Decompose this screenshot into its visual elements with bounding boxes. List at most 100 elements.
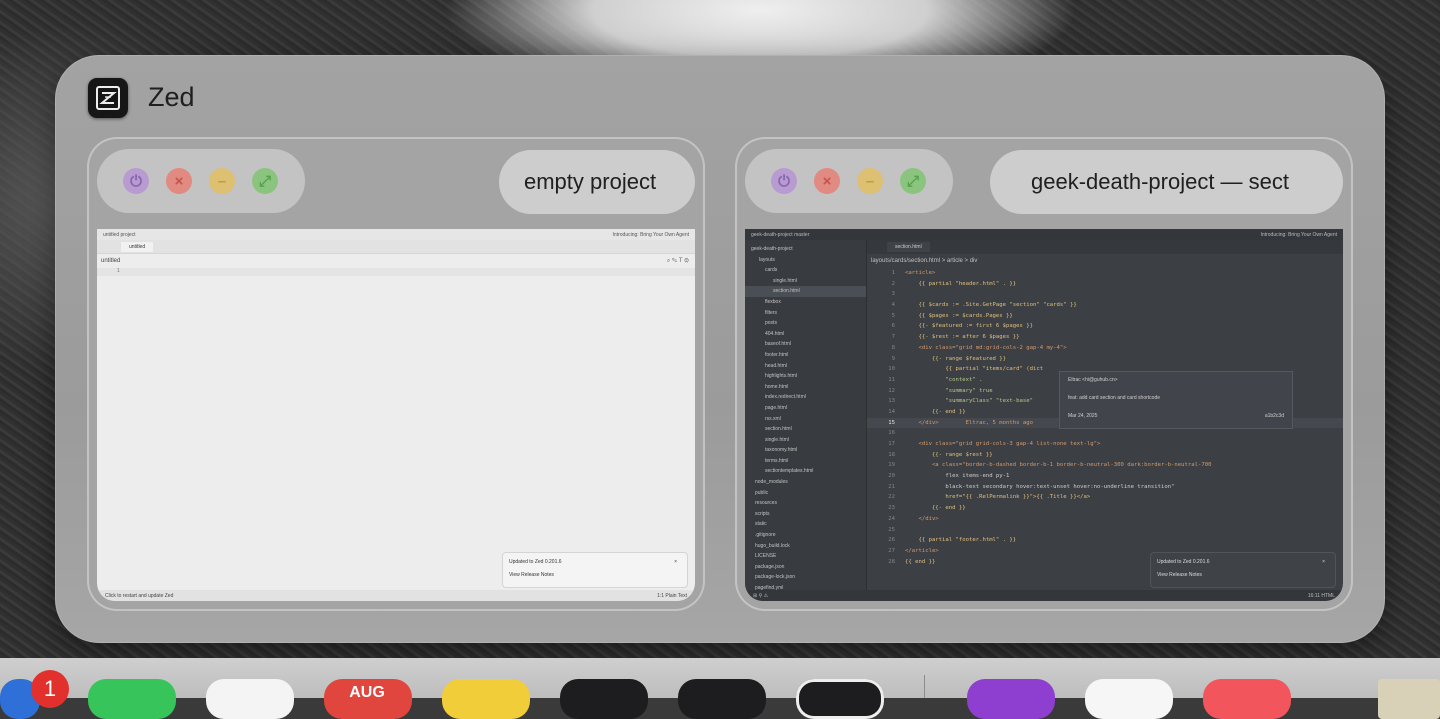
code-text: "summaryClass" "text-base" <box>905 398 1033 405</box>
safari-dock-icon[interactable] <box>206 679 294 719</box>
fullscreen-icon[interactable]: ⤢ <box>900 168 926 194</box>
dock-separator <box>924 675 925 698</box>
window-title[interactable]: geek-death-project — sect <box>990 150 1343 214</box>
code-text: flex items-end py-1 <box>905 473 1010 480</box>
line-number: 15 <box>888 419 895 426</box>
editor-toolbar-icons[interactable]: ⌕ ✎ T ⚙ <box>667 258 689 265</box>
line-number: 20 <box>888 473 895 480</box>
line-number: 14 <box>888 408 895 415</box>
file-tree-item[interactable]: posts <box>745 318 866 329</box>
power-icon[interactable]: ⏻ <box>771 168 797 194</box>
code-text: </div> <box>905 515 939 522</box>
update-toast[interactable]: Updated to Zed 0.201.6 View Release Note… <box>503 553 687 587</box>
notes-dock-icon[interactable] <box>442 679 530 719</box>
project-sidebar: geek-death-project layouts cards single.htm… <box>745 240 867 601</box>
file-tree-item[interactable]: head.html <box>745 361 866 372</box>
update-toast[interactable]: Updated to Zed 0.201.6 View Release Note… <box>1151 553 1335 587</box>
window-title[interactable]: empty project <box>499 150 695 214</box>
tab-bar: untitled <box>97 240 695 254</box>
file-tree-item[interactable]: single.html <box>745 276 866 287</box>
app-window-switcher: Zed ⏻ × – ⤢ empty project untitled proje… <box>55 55 1385 643</box>
code-text: {{- range $featured }} <box>905 355 1007 362</box>
file-tree-item[interactable]: section.html <box>745 424 866 435</box>
app-dock-icon[interactable] <box>967 679 1055 719</box>
file-tree-item[interactable]: page.html <box>745 403 866 414</box>
close-icon[interactable]: × <box>166 168 192 194</box>
file-tree-item[interactable]: static <box>745 519 866 530</box>
file-tree-item[interactable]: section.html <box>745 286 866 297</box>
file-tree-item[interactable]: flexbox <box>745 297 866 308</box>
code-text: {{ partial "header.html" . }} <box>905 280 1017 287</box>
file-tree-item[interactable]: scripts <box>745 509 866 520</box>
code-text: href="{{ .RelPermalink }}">{{ .Title }}<… <box>905 494 1091 501</box>
title-bar: geek-death-project master Introducing: B… <box>745 229 1343 240</box>
tab-untitled[interactable]: untitled <box>121 241 154 252</box>
code-line: 18 {{- range $rest }} <box>867 450 1343 461</box>
code-line: 22 href="{{ .RelPermalink }}">{{ .Title … <box>867 492 1343 503</box>
code-line: 26 {{ partial "footer.html" . }} <box>867 535 1343 546</box>
code-text: <a class="border-b-dashed border-b-1 bor… <box>905 462 1212 469</box>
file-tree-item[interactable]: public <box>745 488 866 499</box>
file-tree-item[interactable]: geek-death-project <box>745 244 866 255</box>
line-number: 8 <box>891 344 895 351</box>
fullscreen-icon[interactable]: ⤢ <box>252 168 278 194</box>
file-tree-item[interactable]: package-lock.json <box>745 572 866 583</box>
close-icon[interactable]: × <box>814 168 840 194</box>
line-number: 4 <box>891 302 895 309</box>
file-tree-item[interactable]: terms.html <box>745 456 866 467</box>
code-line: 2 {{ partial "header.html" . }} <box>867 279 1343 290</box>
file-tree-item[interactable]: cards <box>745 265 866 276</box>
power-icon[interactable]: ⏻ <box>123 168 149 194</box>
window-thumbnail-empty-project[interactable]: ⏻ × – ⤢ empty project untitled project I… <box>87 137 705 611</box>
window-controls: ⏻ × – ⤢ <box>97 149 305 213</box>
tab-section-html[interactable]: section.html <box>887 242 930 252</box>
file-tree-item[interactable]: sectiontemplates.html <box>745 466 866 477</box>
close-icon[interactable]: × <box>1322 559 1325 565</box>
file-tree-item[interactable]: index.redirect.html <box>745 392 866 403</box>
code-text: </div> Eltrac, 5 months ago <box>905 419 1033 426</box>
zed-dock-icon[interactable] <box>796 679 884 719</box>
file-tree-item[interactable]: node_modules <box>745 477 866 488</box>
terminal-dock-icon[interactable] <box>678 679 766 719</box>
file-tree-item[interactable]: 404.html <box>745 329 866 340</box>
code-text: "summary" true <box>905 387 993 394</box>
status-icons[interactable]: ⊞ ⚲ ⚠ <box>753 593 768 599</box>
code-line: 4 {{ $cards := .Site.GetPage "section" "… <box>867 300 1343 311</box>
file-tree-item[interactable]: LICENSE <box>745 551 866 562</box>
file-tree-item[interactable]: package.json <box>745 562 866 573</box>
code-line: 6 {{- $featured := first 6 $pages }} <box>867 321 1343 332</box>
file-tree-item[interactable]: single.html <box>745 435 866 446</box>
code-text: {{ $pages := $cards.Pages }} <box>905 312 1013 319</box>
window-thumbnail-geek-death-project[interactable]: ⏻ × – ⤢ geek-death-project — sect geek-d… <box>735 137 1353 611</box>
app-dock-icon[interactable] <box>1085 679 1173 719</box>
code-text: {{ $cards := .Site.GetPage "section" "ca… <box>905 302 1077 309</box>
zed-app-icon <box>88 78 128 118</box>
line-number: 23 <box>888 505 895 512</box>
minimize-icon[interactable]: – <box>209 168 235 194</box>
file-tree-item[interactable]: footer.html <box>745 350 866 361</box>
file-tree-item[interactable]: hugo_build.lock <box>745 541 866 552</box>
file-tree-item[interactable]: highlights.html <box>745 371 866 382</box>
tab-bar: section.html <box>867 240 1343 254</box>
line-number: 22 <box>888 494 895 501</box>
file-tree-item[interactable]: layouts <box>745 255 866 266</box>
app-dock-icon[interactable] <box>560 679 648 719</box>
file-tree-item[interactable]: filters <box>745 308 866 319</box>
code-text: {{ end }} <box>905 558 936 565</box>
code-text: {{- $featured := first 6 $pages }} <box>905 323 1033 330</box>
line-number: 19 <box>888 462 895 469</box>
file-tree-item[interactable]: taxonomy.html <box>745 445 866 456</box>
calendar-month: AUG <box>349 684 385 701</box>
app-dock-icon[interactable] <box>1203 679 1291 719</box>
messages-dock-icon[interactable] <box>88 679 176 719</box>
code-text: <div class="grid md:grid-cols-2 gap-4 my… <box>905 344 1067 351</box>
git-blame-popover: Eltrac <hi@guhub.cn> feat: add card sect… <box>1060 372 1292 428</box>
file-tree-item[interactable]: baseof.html <box>745 339 866 350</box>
minimize-icon[interactable]: – <box>857 168 883 194</box>
file-tree-item[interactable]: rss.xml <box>745 414 866 425</box>
file-tree-item[interactable]: .gitignore <box>745 530 866 541</box>
close-icon[interactable]: × <box>674 559 677 565</box>
file-tree-item[interactable]: resources <box>745 498 866 509</box>
file-tree-item[interactable]: home.html <box>745 382 866 393</box>
downloads-stack-icon[interactable] <box>1378 679 1440 719</box>
